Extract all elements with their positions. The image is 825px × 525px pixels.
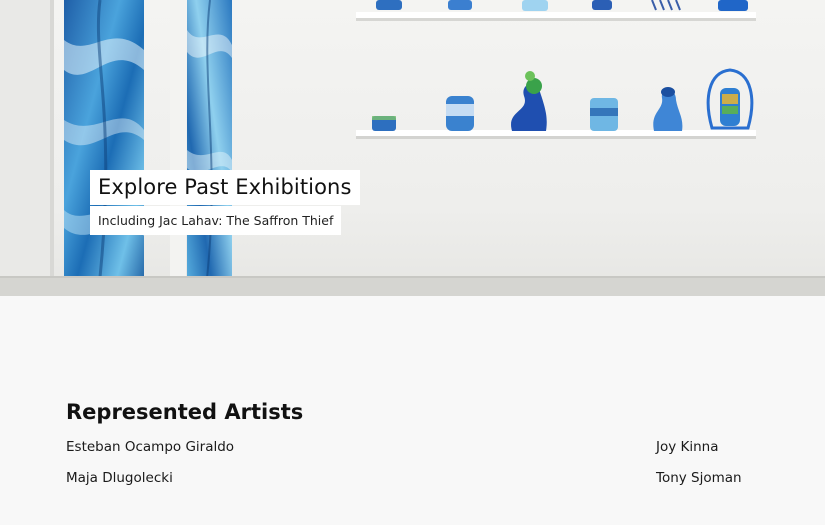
upper-shelf (356, 0, 756, 21)
gallery-photo (0, 0, 825, 296)
blue-painting-right (187, 0, 232, 296)
represented-artists-heading: Represented Artists (66, 400, 304, 424)
hero-banner[interactable]: Explore Past Exhibitions Including Jac L… (0, 0, 825, 296)
lower-shelf (356, 68, 756, 139)
hero-subtitle[interactable]: Including Jac Lahav: The Saffron Thief (90, 206, 342, 235)
artist-link-esteban-ocampo-giraldo[interactable]: Esteban Ocampo Giraldo (66, 438, 234, 456)
artist-link-joy-kinna[interactable]: Joy Kinna (656, 438, 719, 456)
artist-link-tony-sjoman[interactable]: Tony Sjoman (656, 469, 742, 487)
hero-title[interactable]: Explore Past Exhibitions (90, 170, 360, 205)
artist-link-maja-dlugolecki[interactable]: Maja Dlugolecki (66, 469, 173, 487)
blue-painting-left (64, 0, 144, 296)
